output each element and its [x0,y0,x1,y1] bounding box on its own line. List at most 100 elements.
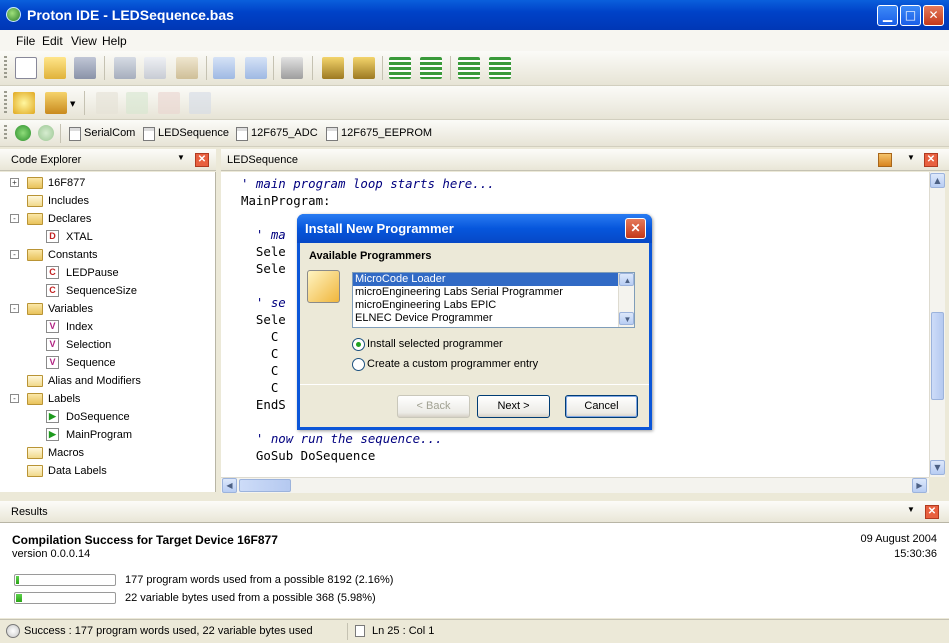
close-icon[interactable]: ✕ [195,153,209,167]
compile-toolbar: ▼ [0,86,949,120]
main-toolbar [0,51,949,86]
folder-icon [27,375,43,387]
expand-icon[interactable]: + [10,178,19,187]
find-replace-icon[interactable] [353,57,375,79]
tree-label: Constants [48,249,98,261]
new-file-icon[interactable] [15,57,37,79]
compile-icon[interactable] [13,92,35,114]
cut-icon[interactable] [114,57,136,79]
chevron-down-icon[interactable]: ▼ [907,153,915,162]
open-folder-icon[interactable] [44,57,66,79]
toolbar-grip[interactable] [4,56,7,80]
scroll-down-icon[interactable]: ▼ [619,312,634,325]
scroll-up-icon[interactable]: ▲ [619,273,634,286]
find-icon[interactable] [322,57,344,79]
document-icon [355,625,365,637]
code-line[interactable]: MainProgram: [241,192,584,209]
folder-icon [27,465,43,477]
folder-icon [27,303,43,315]
back-arrow-icon[interactable] [15,125,31,141]
indent-icon[interactable] [389,57,411,79]
undo-icon[interactable] [213,57,235,79]
radio-label: Install selected programmer [367,338,503,350]
cancel-button[interactable]: Cancel [565,395,638,418]
next-button[interactable]: Next > [477,395,550,418]
code-explorer-header: Code Explorer ▼ ✕ [0,149,216,171]
constant-icon: C [46,266,59,279]
close-icon[interactable]: ✕ [925,505,939,519]
collapse-icon[interactable]: - [10,394,19,403]
code-comment-line[interactable]: ' main program loop starts here... [241,175,584,192]
tree-label: 16F877 [48,177,86,189]
tree-label: Alias and Modifiers [48,375,141,387]
close-icon[interactable]: ✕ [924,153,938,167]
print-icon[interactable] [281,57,303,79]
install-selected-radio[interactable] [352,338,365,351]
scroll-down-icon[interactable]: ▼ [930,460,945,475]
tree-label: Sequence [66,357,116,369]
variable-bytes-text: 22 variable bytes used from a possible 3… [125,592,376,604]
chevron-down-icon[interactable]: ▼ [907,505,915,514]
tree-label: LEDPause [66,267,119,279]
close-button[interactable]: ✕ [923,5,944,26]
tab-12f675-eeprom[interactable]: 12F675_EEPROM [325,125,432,142]
code-explorer-icon[interactable] [878,153,892,167]
chevron-down-icon[interactable]: ▼ [70,100,75,108]
uncomment-icon[interactable] [489,57,511,79]
results-title: Results [11,506,48,518]
dialog-body: Available Programmers MicroCode Loader m… [300,243,649,427]
minimize-button[interactable]: ▁ [877,5,898,26]
list-item[interactable]: ELNEC Device Programmer [353,312,634,325]
scroll-left-icon[interactable]: ◀ [222,478,237,493]
tab-ledsequence[interactable]: LEDSequence [142,125,229,142]
scroll-right-icon[interactable]: ▶ [912,478,927,493]
menu-help[interactable]: Help [102,34,127,48]
folder-icon [27,213,43,225]
dialog-close-button[interactable]: ✕ [625,218,646,239]
list-item[interactable]: MicroCode Loader [353,273,634,286]
list-item[interactable]: microEngineering Labs EPIC [353,299,634,312]
custom-entry-radio[interactable] [352,358,365,371]
scroll-thumb[interactable] [239,479,291,492]
outdent-icon[interactable] [420,57,442,79]
variable-icon: V [46,338,59,351]
status-message: Success : 177 program words used, 22 var… [24,625,313,637]
redo-icon[interactable] [245,57,267,79]
collapse-icon[interactable]: - [10,214,19,223]
tab-serialcom[interactable]: SerialCom [68,125,135,142]
toolbar-grip[interactable] [4,125,7,141]
compile-program-icon[interactable] [45,92,67,114]
folder-icon [27,447,43,459]
paste-icon[interactable] [176,57,198,79]
horizontal-scrollbar[interactable]: ◀ ▶ [221,477,929,493]
programmer-list[interactable]: MicroCode Loader microEngineering Labs S… [352,272,635,328]
comment-icon[interactable] [458,57,480,79]
results-date: 09 August 2004 [860,533,937,545]
vertical-scrollbar[interactable]: ▲ ▼ [929,172,945,477]
menu-edit[interactable]: Edit [42,34,63,48]
list-scrollbar[interactable]: ▲ ▼ [618,273,634,327]
tree-label: DoSequence [66,411,130,423]
scroll-thumb[interactable] [931,312,944,400]
collapse-icon[interactable]: - [10,250,19,259]
editor-title: LEDSequence [227,154,298,166]
collapse-icon[interactable]: - [10,304,19,313]
maximize-button[interactable]: □ [900,5,921,26]
back-button[interactable]: < Back [397,395,470,418]
code-comment-line[interactable]: ' now run the sequence... [241,430,584,447]
scroll-up-icon[interactable]: ▲ [930,173,945,188]
menu-file[interactable]: File [16,34,35,48]
variable-icon: V [46,356,59,369]
progress-fill [16,594,22,602]
toolbar-grip[interactable] [4,91,7,114]
code-line[interactable]: GoSub DoSequence [241,447,584,464]
chevron-down-icon[interactable]: ▼ [177,153,185,162]
copy-icon[interactable] [144,57,166,79]
forward-arrow-icon[interactable] [38,125,54,141]
tab-12f675-adc[interactable]: 12F675_ADC [235,125,318,142]
results-panel: Compilation Success for Target Device 16… [0,522,949,618]
save-icon[interactable] [74,57,96,79]
results-header: Results ▼ ✕ [0,501,949,523]
list-item[interactable]: microEngineering Labs Serial Programmer [353,286,634,299]
menu-view[interactable]: View [71,34,97,48]
